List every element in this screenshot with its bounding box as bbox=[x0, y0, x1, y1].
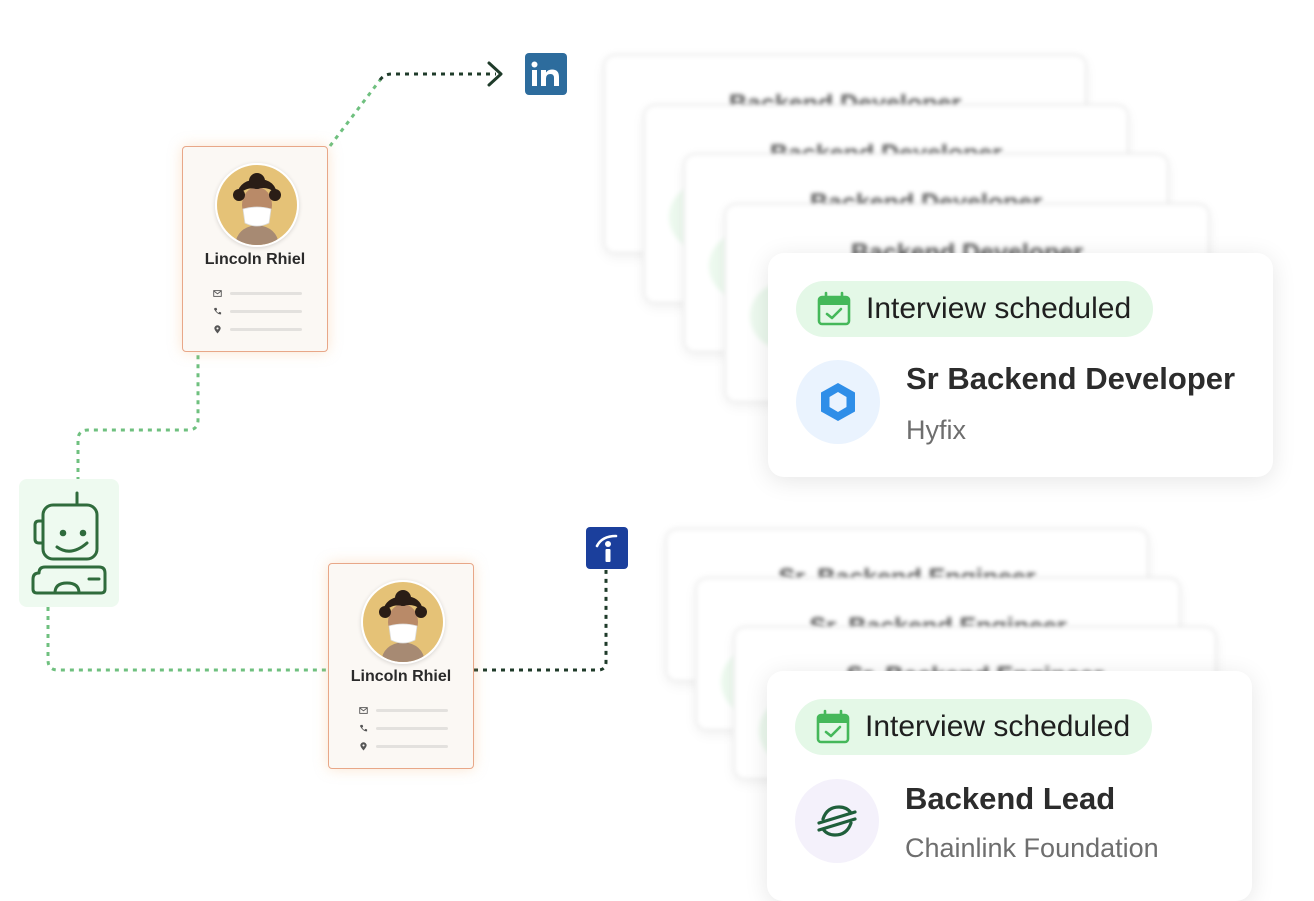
hexagon-logo-icon bbox=[821, 383, 855, 421]
profile-location-row bbox=[213, 325, 302, 334]
avatar bbox=[215, 163, 299, 247]
profile-phone-row bbox=[213, 307, 302, 316]
indeed-icon bbox=[595, 534, 618, 562]
calendar-check-icon bbox=[817, 291, 851, 326]
profile-email-row bbox=[359, 706, 448, 715]
company-logo bbox=[796, 360, 880, 444]
phone-placeholder-bar bbox=[230, 310, 302, 313]
connector-robot-to-profile-top bbox=[76, 352, 200, 490]
job-card[interactable]: Interview scheduled Sr Backend Developer… bbox=[768, 253, 1273, 477]
job-title: Sr Backend Developer bbox=[906, 361, 1236, 396]
connector-robot-to-profile-bottom bbox=[46, 607, 330, 672]
robot-node[interactable] bbox=[19, 479, 119, 607]
indeed-badge[interactable] bbox=[586, 527, 628, 569]
robot-icon bbox=[31, 491, 107, 595]
avatar-image bbox=[217, 165, 297, 245]
status-badge: Interview scheduled bbox=[796, 281, 1154, 337]
location-pin-icon bbox=[360, 742, 367, 751]
candidate-name: Lincoln Rhiel bbox=[350, 668, 452, 685]
location-pin-icon bbox=[214, 325, 221, 334]
phone-icon bbox=[213, 307, 222, 315]
mail-icon bbox=[359, 707, 368, 714]
candidate-profile-card[interactable]: Lincoln Rhiel bbox=[328, 563, 474, 769]
phone-icon bbox=[359, 724, 368, 732]
calendar-check-icon bbox=[816, 709, 850, 744]
phone-placeholder-bar bbox=[376, 727, 448, 730]
profile-email-row bbox=[213, 289, 302, 298]
linkedin-badge[interactable] bbox=[525, 53, 567, 95]
location-placeholder-bar bbox=[376, 745, 448, 748]
status-label: Interview scheduled bbox=[865, 710, 1131, 743]
company-name: Hyfix bbox=[906, 415, 966, 445]
stellar-logo-icon bbox=[817, 805, 857, 837]
candidate-profile-card[interactable]: Lincoln Rhiel bbox=[182, 146, 328, 352]
candidate-name: Lincoln Rhiel bbox=[204, 251, 306, 268]
status-badge: Interview scheduled bbox=[795, 699, 1153, 755]
status-label: Interview scheduled bbox=[866, 292, 1132, 325]
linkedin-icon bbox=[531, 61, 559, 86]
location-placeholder-bar bbox=[230, 328, 302, 331]
email-placeholder-bar bbox=[376, 709, 448, 712]
connector-profile-to-indeed bbox=[474, 570, 608, 672]
arrow-head-icon bbox=[487, 61, 503, 87]
avatar bbox=[361, 580, 445, 664]
profile-location-row bbox=[359, 742, 448, 751]
email-placeholder-bar bbox=[230, 292, 302, 295]
company-logo bbox=[795, 779, 879, 863]
connector-linkedin-arrow bbox=[378, 72, 496, 81]
connector-profile-to-linkedin bbox=[328, 79, 382, 147]
avatar-image bbox=[363, 582, 443, 662]
job-card[interactable]: Interview scheduled Backend Lead Chainli… bbox=[767, 671, 1252, 901]
profile-phone-row bbox=[359, 724, 448, 733]
mail-icon bbox=[213, 290, 222, 297]
job-title: Backend Lead bbox=[905, 781, 1116, 816]
company-name: Chainlink Foundation bbox=[905, 833, 1159, 863]
